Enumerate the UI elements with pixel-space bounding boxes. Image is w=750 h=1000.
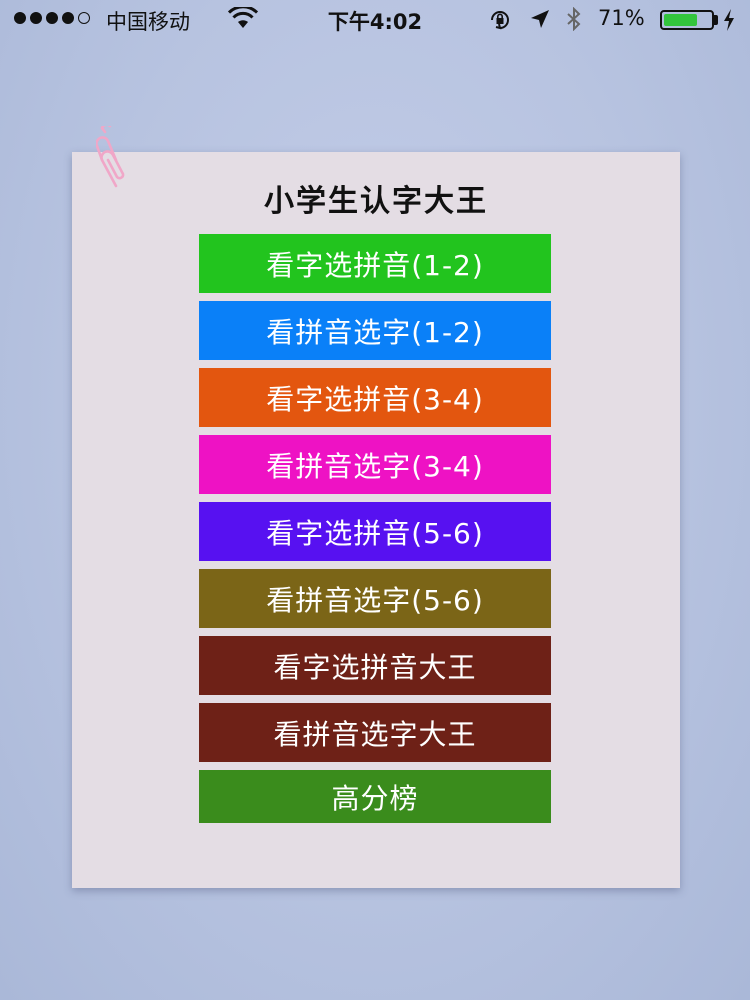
menu-button-high-scores[interactable]: 高分榜	[199, 770, 551, 823]
battery-terminal	[714, 15, 718, 25]
orientation-lock-icon	[491, 11, 509, 30]
battery-icon	[660, 10, 714, 30]
menu-button-char-to-pinyin-3-4[interactable]: 看字选拼音(3-4)	[199, 368, 551, 427]
menu-button-char-to-pinyin-5-6[interactable]: 看字选拼音(5-6)	[199, 502, 551, 561]
menu-button-pinyin-to-char-3-4[interactable]: 看拼音选字(3-4)	[199, 435, 551, 494]
page-title: 小学生认字大王	[264, 184, 488, 219]
battery-percentage: 71%	[598, 6, 645, 30]
charging-icon	[724, 9, 734, 31]
bluetooth-icon	[567, 7, 581, 31]
menu-button-pinyin-to-char-1-2[interactable]: 看拼音选字(1-2)	[199, 301, 551, 360]
location-icon	[531, 10, 549, 28]
status-bar: 中国移动 下午4:02 71%	[0, 0, 750, 40]
menu-button-char-to-pinyin-king[interactable]: 看字选拼音大王	[199, 636, 551, 695]
battery-level-fill	[664, 14, 697, 26]
menu-button-pinyin-to-char-king[interactable]: 看拼音选字大王	[199, 703, 551, 762]
menu-button-char-to-pinyin-1-2[interactable]: 看字选拼音(1-2)	[199, 234, 551, 293]
menu-button-pinyin-to-char-5-6[interactable]: 看拼音选字(5-6)	[199, 569, 551, 628]
